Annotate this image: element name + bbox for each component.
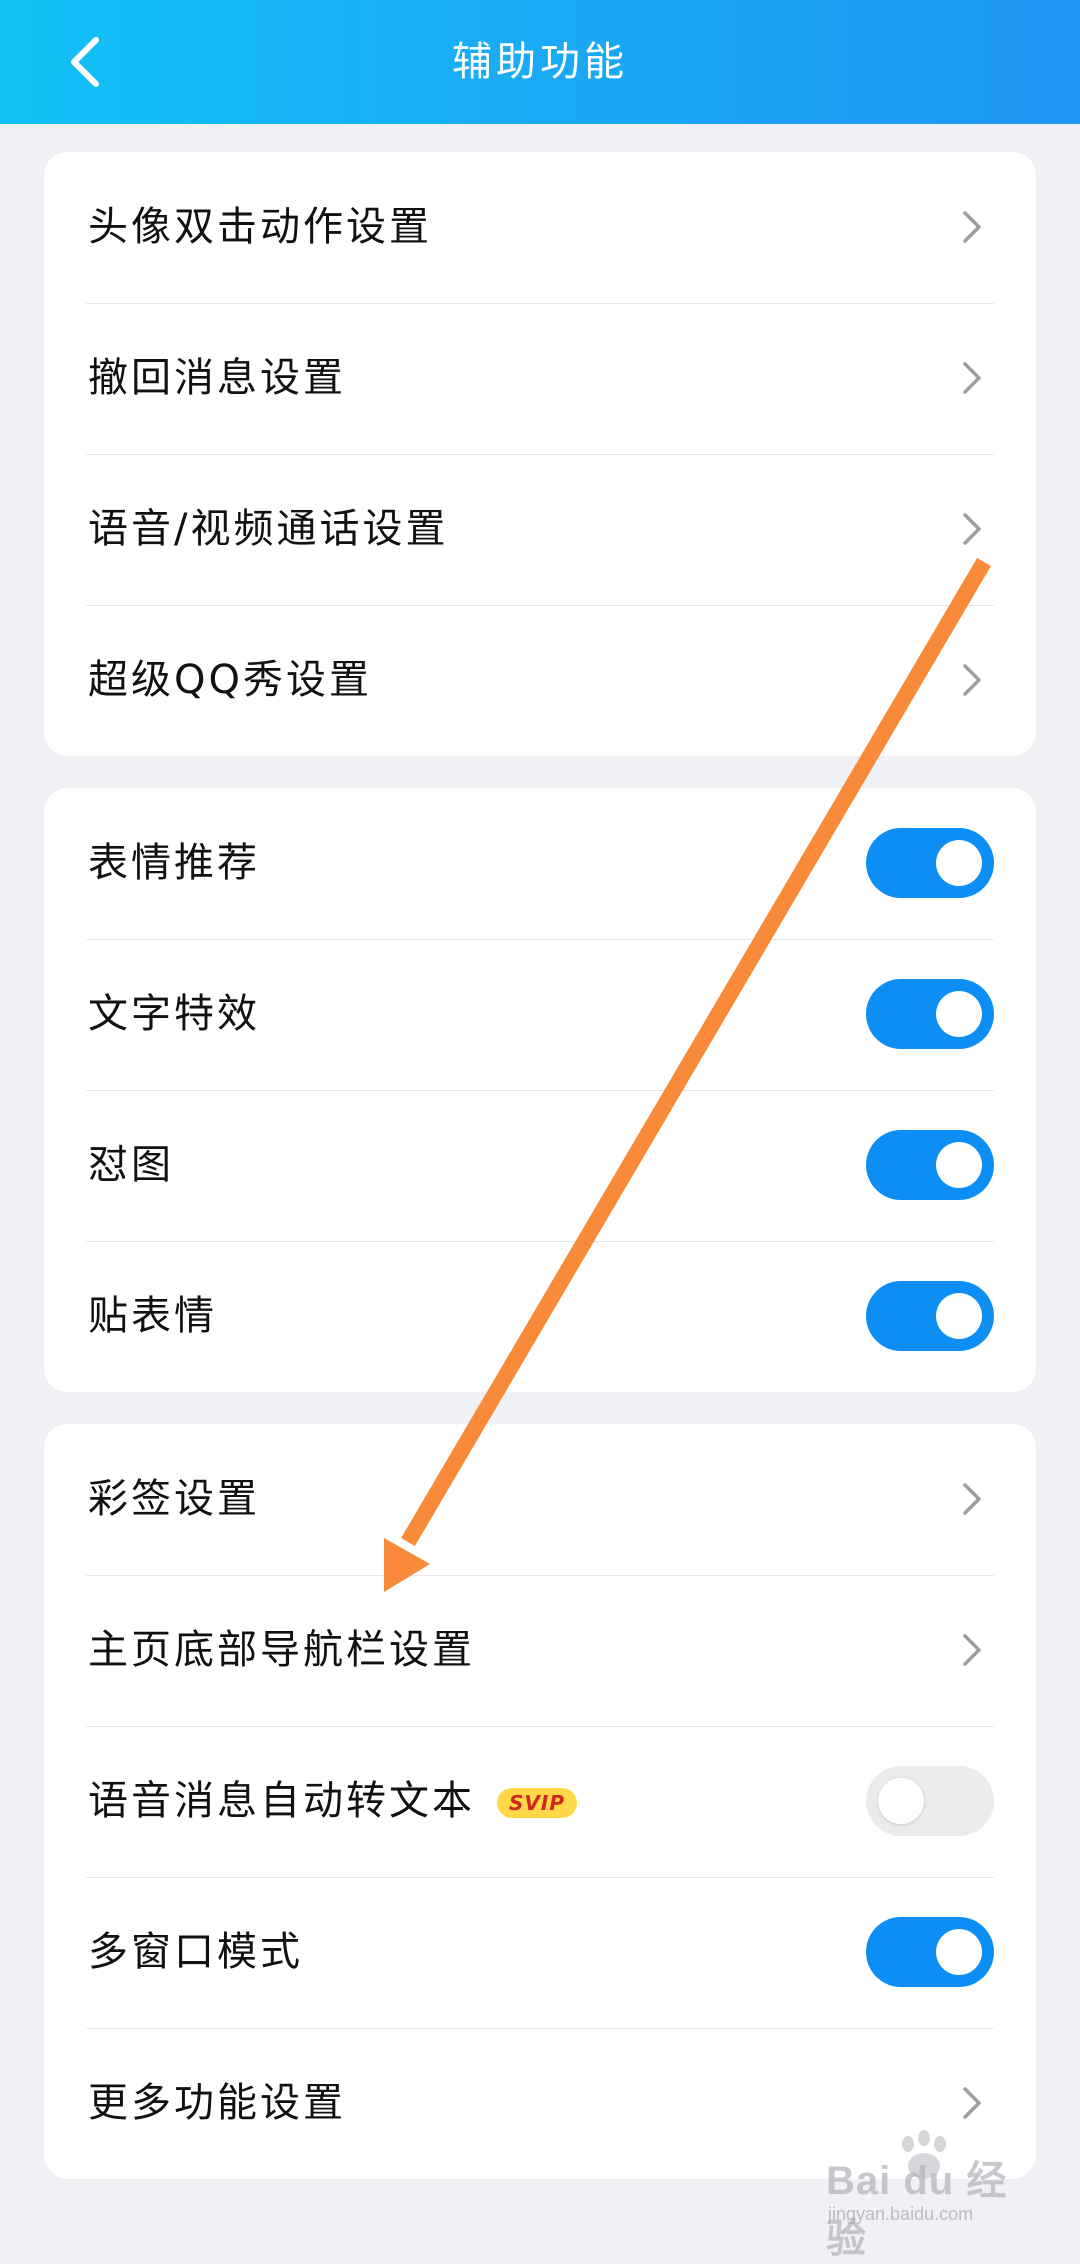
chevron-right-icon	[963, 664, 981, 696]
svip-badge: SVIP	[497, 1788, 577, 1818]
row-color-tag[interactable]: 彩签设置	[44, 1424, 1036, 1575]
back-button[interactable]	[44, 22, 124, 102]
toggle-knob	[936, 1142, 982, 1188]
toggle-knob	[936, 991, 982, 1037]
voice-to-text-toggle[interactable]	[866, 1766, 994, 1836]
row-avatar-double-tap[interactable]: 头像双击动作设置	[44, 152, 1036, 303]
row-recall-message[interactable]: 撤回消息设置	[44, 303, 1036, 454]
text-effects-toggle[interactable]	[866, 979, 994, 1049]
row-text-effects: 文字特效	[44, 939, 1036, 1090]
toggle-knob	[936, 1929, 982, 1975]
chevron-right-icon	[963, 513, 981, 545]
sticker-suggestion-toggle[interactable]	[866, 828, 994, 898]
row-super-qq-show[interactable]: 超级QQ秀设置	[44, 605, 1036, 756]
row-label: 语音/视频通话设置	[88, 506, 449, 552]
row-multi-window: 多窗口模式	[44, 1877, 1036, 2028]
chevron-right-icon	[963, 211, 981, 243]
multi-window-toggle[interactable]	[866, 1917, 994, 1987]
chevron-left-icon	[71, 37, 99, 87]
watermark-sub: jingyan.baidu.com	[828, 2204, 974, 2224]
chevron-right-icon	[963, 1483, 981, 1515]
row-bottom-nav-bar[interactable]: 主页底部导航栏设置	[44, 1575, 1036, 1726]
watermark: Bai du 经验 jingyan.baidu.com	[826, 2130, 1046, 2261]
row-label: 头像双击动作设置	[88, 204, 432, 250]
toggle-knob	[878, 1778, 924, 1824]
settings-group-stickers: 表情推荐 文字特效 怼图 贴表情	[44, 788, 1036, 1392]
chevron-right-icon	[963, 2087, 981, 2119]
row-reply-image: 怼图	[44, 1090, 1036, 1241]
settings-group-chat: 头像双击动作设置 撤回消息设置 语音/视频通话设置 超级QQ秀设置	[44, 152, 1036, 756]
row-sticker-suggestion: 表情推荐	[44, 788, 1036, 939]
chevron-right-icon	[963, 362, 981, 394]
title-bar: 辅助功能	[0, 0, 1080, 124]
settings-group-more: 彩签设置 主页底部导航栏设置 语音消息自动转文本 SVIP 多窗口模式 更多功能设…	[44, 1424, 1036, 2179]
row-label: 彩签设置	[88, 1476, 260, 1522]
row-label: 表情推荐	[88, 840, 260, 886]
row-label: 主页底部导航栏设置	[88, 1627, 475, 1673]
row-paste-sticker: 贴表情	[44, 1241, 1036, 1392]
chevron-right-icon	[963, 1634, 981, 1666]
toggle-knob	[936, 1293, 982, 1339]
row-voice-video-call[interactable]: 语音/视频通话设置	[44, 454, 1036, 605]
row-label: 文字特效	[88, 991, 260, 1037]
row-label: 语音消息自动转文本 SVIP	[88, 1726, 577, 1877]
row-label: 怼图	[88, 1142, 174, 1188]
row-label: 贴表情	[88, 1293, 217, 1339]
page-title: 辅助功能	[452, 39, 628, 85]
row-label: 更多功能设置	[88, 2080, 346, 2126]
row-label: 撤回消息设置	[88, 355, 346, 401]
row-voice-to-text: 语音消息自动转文本 SVIP	[44, 1726, 1036, 1877]
row-label-text: 语音消息自动转文本	[88, 1778, 475, 1824]
row-label: 超级QQ秀设置	[88, 657, 372, 703]
paste-sticker-toggle[interactable]	[866, 1281, 994, 1351]
row-label: 多窗口模式	[88, 1929, 303, 1975]
toggle-knob	[936, 840, 982, 886]
reply-image-toggle[interactable]	[866, 1130, 994, 1200]
